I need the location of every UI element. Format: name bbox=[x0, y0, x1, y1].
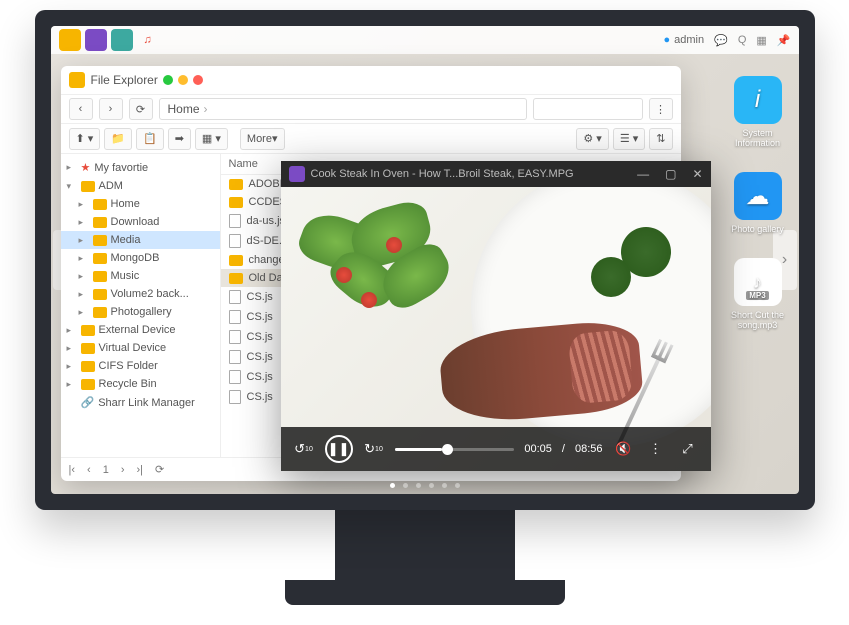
video-title: Cook Steak In Oven - How T...Broil Steak… bbox=[311, 168, 574, 180]
sidebar-item[interactable]: 🔗Sharr Link Manager bbox=[61, 393, 220, 412]
chat-icon[interactable]: 💬 bbox=[714, 34, 728, 47]
sidebar-item[interactable]: ▸Virtual Device bbox=[61, 339, 220, 357]
desktop-icon-label: Short Cut the song.mp3 bbox=[731, 310, 785, 330]
sort-button[interactable]: ⇅ bbox=[649, 128, 672, 150]
prev-page-button[interactable]: ‹ bbox=[87, 464, 91, 476]
sidebar-item[interactable]: ▸Download bbox=[61, 213, 220, 231]
volume-button[interactable]: 🔇 bbox=[613, 438, 635, 460]
desktop-icon-mp3[interactable]: ♪ MP3 Short Cut the song.mp3 bbox=[731, 258, 785, 330]
progress-bar[interactable] bbox=[395, 448, 515, 451]
forward-button[interactable]: ↻10 bbox=[363, 438, 385, 460]
sidebar-item[interactable]: ▸Volume2 back... bbox=[61, 285, 220, 303]
refresh-status-button[interactable]: ⟳ bbox=[155, 463, 164, 476]
search-icon[interactable]: Q bbox=[738, 34, 747, 46]
search-input[interactable] bbox=[533, 98, 643, 120]
video-app-icon bbox=[289, 166, 305, 182]
minimize-button[interactable]: — bbox=[637, 167, 649, 181]
list-view-button[interactable]: ☰ ▾ bbox=[613, 128, 645, 150]
close-button[interactable]: ✕ bbox=[692, 167, 702, 181]
user-menu[interactable]: ● admin bbox=[664, 34, 705, 46]
desktop-icon-system-info[interactable]: i System Information bbox=[731, 76, 785, 148]
column-header-name[interactable]: Name bbox=[229, 158, 258, 170]
forward-button[interactable]: › bbox=[99, 98, 123, 120]
sidebar-item[interactable]: ▸External Device bbox=[61, 321, 220, 339]
cloud-icon: ☁ bbox=[734, 172, 782, 220]
video-player-window: Cook Steak In Oven - How T...Broil Steak… bbox=[281, 161, 711, 471]
desktop-icon-label: Photo gallery bbox=[731, 224, 785, 234]
page-dot[interactable] bbox=[390, 483, 395, 488]
progress-knob[interactable] bbox=[442, 444, 453, 455]
desktop-icon-label: System Information bbox=[731, 128, 785, 148]
desktop-icons-area: i System Information ☁ Photo gallery ♪ M… bbox=[731, 76, 785, 330]
pause-button[interactable]: ❚❚ bbox=[325, 435, 353, 463]
video-controls: ↺10 ❚❚ ↻10 00:05 / 08:56 🔇 ⋮ ⤢ bbox=[281, 427, 711, 471]
fullscreen-button[interactable]: ⤢ bbox=[677, 438, 699, 460]
page-dot[interactable] bbox=[429, 483, 434, 488]
sidebar-item[interactable]: ▸Media bbox=[61, 231, 220, 249]
taskbar-app-files-icon[interactable] bbox=[59, 29, 81, 51]
sidebar-item[interactable]: ▸Recycle Bin bbox=[61, 375, 220, 393]
taskbar-app-music-icon[interactable]: ♫ bbox=[137, 29, 159, 51]
toolbar: ⬆ ▾ 📁 📋 ➡ ▦ ▾ More ▾ ⚙ ▾ ☰ ▾ ⇅ bbox=[61, 124, 681, 154]
window-title: File Explorer bbox=[91, 73, 158, 87]
sidebar-item[interactable]: ▸Music bbox=[61, 267, 220, 285]
taskbar-app-photos-icon[interactable] bbox=[111, 29, 133, 51]
grid-icon[interactable]: ▦ bbox=[756, 34, 766, 47]
video-titlebar[interactable]: Cook Steak In Oven - How T...Broil Steak… bbox=[281, 161, 711, 187]
video-viewport[interactable]: ↺10 ❚❚ ↻10 00:05 / 08:56 🔇 ⋮ ⤢ bbox=[281, 187, 711, 471]
copy-button[interactable]: 📋 bbox=[136, 128, 164, 150]
taskbar-app-video-icon[interactable] bbox=[85, 29, 107, 51]
move-button[interactable]: ➡ bbox=[168, 128, 191, 150]
more-button[interactable]: More ▾ bbox=[240, 128, 285, 150]
window-maximize-button[interactable] bbox=[178, 75, 188, 85]
desktop-icon-photo-gallery[interactable]: ☁ Photo gallery bbox=[731, 172, 785, 234]
info-icon: i bbox=[734, 76, 782, 124]
video-food-salad bbox=[291, 197, 471, 347]
monitor-stand bbox=[335, 510, 515, 580]
mp3-file-icon: ♪ MP3 bbox=[734, 258, 782, 306]
current-time: 00:05 bbox=[524, 443, 552, 455]
duration: 08:56 bbox=[575, 443, 603, 455]
page-dot[interactable] bbox=[416, 483, 421, 488]
folder-tree-sidebar: ▸★My favortie▾ADM▸Home▸Download▸Media▸Mo… bbox=[61, 154, 221, 457]
desktop-page-dots bbox=[390, 483, 460, 488]
app-icon bbox=[69, 72, 85, 88]
desktop-screen: ♫ ● admin 💬 Q ▦ 📌 ‹ › i System Informati… bbox=[51, 26, 799, 494]
page-dot[interactable] bbox=[455, 483, 460, 488]
settings-pin-icon[interactable]: 📌 bbox=[777, 34, 791, 47]
last-page-button[interactable]: ›| bbox=[137, 464, 144, 476]
new-folder-button[interactable]: 📁 bbox=[104, 128, 132, 150]
window-close-button[interactable] bbox=[193, 75, 203, 85]
window-minimize-button[interactable] bbox=[163, 75, 173, 85]
back-button[interactable]: ‹ bbox=[69, 98, 93, 120]
monitor-frame: ♫ ● admin 💬 Q ▦ 📌 ‹ › i System Informati… bbox=[35, 10, 815, 510]
sidebar-item[interactable]: ▸Photogallery bbox=[61, 303, 220, 321]
first-page-button[interactable]: |‹ bbox=[69, 464, 76, 476]
sidebar-item[interactable]: ▸CIFS Folder bbox=[61, 357, 220, 375]
rewind-button[interactable]: ↺10 bbox=[293, 438, 315, 460]
sidebar-item[interactable]: ▸★My favortie bbox=[61, 158, 220, 177]
next-page-button[interactable]: › bbox=[121, 464, 125, 476]
properties-button[interactable]: ▦ ▾ bbox=[195, 128, 228, 150]
monitor-base bbox=[285, 580, 565, 605]
sidebar-item[interactable]: ▸MongoDB bbox=[61, 249, 220, 267]
window-titlebar[interactable]: File Explorer bbox=[61, 66, 681, 94]
maximize-button[interactable]: ▢ bbox=[665, 167, 676, 181]
breadcrumb[interactable]: Home › bbox=[159, 98, 527, 120]
system-menubar: ♫ ● admin 💬 Q ▦ 📌 bbox=[51, 26, 799, 54]
page-dot[interactable] bbox=[442, 483, 447, 488]
sidebar-item[interactable]: ▸Home bbox=[61, 195, 220, 213]
view-options-button[interactable]: ⋮ bbox=[649, 98, 673, 120]
navigation-bar: ‹ › ⟳ Home › ⋮ bbox=[61, 94, 681, 124]
video-food-broccoli bbox=[591, 257, 631, 297]
upload-button[interactable]: ⬆ ▾ bbox=[69, 128, 101, 150]
settings-button[interactable]: ⚙ ▾ bbox=[576, 128, 608, 150]
username-label: admin bbox=[674, 34, 704, 46]
page-number: 1 bbox=[103, 464, 109, 476]
sidebar-item[interactable]: ▾ADM bbox=[61, 177, 220, 195]
refresh-button[interactable]: ⟳ bbox=[129, 98, 153, 120]
more-options-button[interactable]: ⋮ bbox=[645, 438, 667, 460]
page-dot[interactable] bbox=[403, 483, 408, 488]
